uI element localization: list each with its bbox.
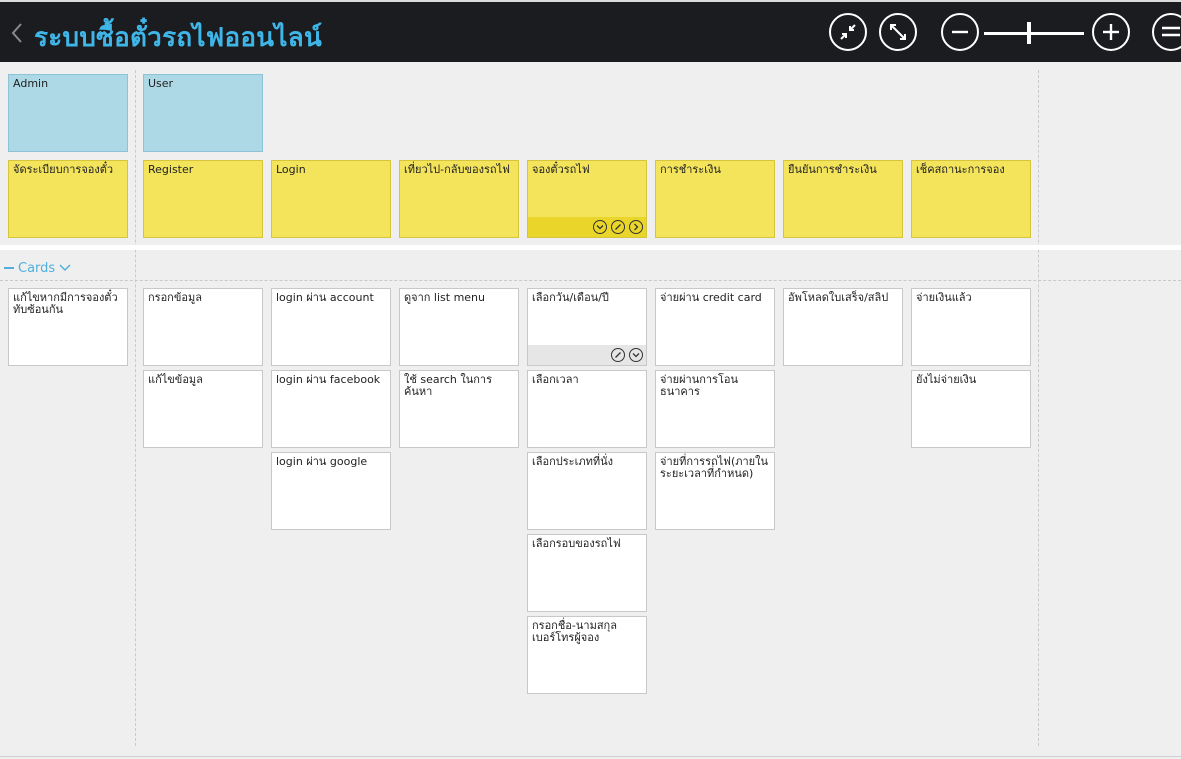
card-text: จองตั๋วรถไฟ (532, 163, 590, 176)
story-card[interactable]: จ่ายผ่าน credit card (655, 288, 775, 366)
card-text: จ่ายที่การรถไฟ(ภายในระยะเวลาที่กำหนด) (660, 455, 769, 480)
activity-card[interactable]: จองตั๋วรถไฟ (527, 160, 647, 238)
story-card[interactable]: แก้ไขข้อมูล (143, 370, 263, 448)
edit-icon[interactable] (611, 348, 625, 362)
card-text: เลือกประเภทที่นั่ง (532, 455, 613, 468)
story-card[interactable]: เลือกเวลา (527, 370, 647, 448)
zoom-in-button[interactable] (1092, 13, 1130, 51)
story-card[interactable]: ยังไม่จ่ายเงิน (911, 370, 1031, 448)
card-text: จ่ายผ่านการโอนธนาคาร (660, 373, 738, 398)
edit-icon[interactable] (611, 220, 625, 234)
collapse-button[interactable] (829, 13, 867, 51)
role-card[interactable]: Admin (8, 74, 128, 152)
story-card[interactable]: login ผ่าน google (271, 452, 391, 530)
card-text: ดูจาก list menu (404, 291, 486, 304)
section-separator (0, 245, 1181, 250)
card-text: login ผ่าน google (276, 455, 368, 468)
chevron-down-icon[interactable] (59, 264, 71, 272)
chevron-left-icon[interactable] (8, 20, 26, 46)
menu-button[interactable] (1152, 13, 1181, 51)
story-card[interactable]: อัพโหลดใบเสร็จ/สลิป (783, 288, 903, 366)
story-card[interactable]: ใช้ search ในการค้นหา (399, 370, 519, 448)
card-text: login ผ่าน account (276, 291, 374, 304)
activity-card[interactable]: เช็คสถานะการจอง (911, 160, 1031, 238)
board-bottom-border (0, 756, 1181, 757)
card-text: ใช้ search ในการค้นหา (404, 373, 493, 398)
card-text: จ่ายเงินแล้ว (916, 291, 972, 304)
card-text: กรอกข้อมูล (148, 291, 202, 304)
story-card[interactable]: login ผ่าน facebook (271, 370, 391, 448)
story-card[interactable]: จ่ายผ่านการโอนธนาคาร (655, 370, 775, 448)
card-text: ยังไม่จ่ายเงิน (916, 373, 977, 386)
card-text: User (148, 77, 174, 90)
card-text: จ่ายผ่าน credit card (660, 291, 762, 304)
swimlane-label: Cards (18, 260, 56, 276)
activity-card[interactable]: ยืนยันการชำระเงิน (783, 160, 903, 238)
activity-card[interactable]: Register (143, 160, 263, 238)
card-text: Admin (13, 77, 49, 90)
menu-icon (1162, 26, 1180, 37)
card-toolbar (528, 345, 646, 365)
card-text: แก้ไขข้อมูล (148, 373, 203, 386)
card-text: แก้ไขหากมีการจองตั๋วทับซ้อนกัน (13, 291, 118, 316)
chevron-down-icon[interactable] (629, 348, 643, 362)
expand-icon (890, 24, 906, 40)
card-text: เช็คสถานะการจอง (916, 163, 1005, 176)
zoom-in-icon (1103, 24, 1119, 40)
zoom-slider-thumb[interactable] (1027, 22, 1031, 44)
swimlane-divider (0, 280, 1181, 281)
card-text: เลือกเวลา (532, 373, 579, 386)
chevron-right-icon[interactable] (629, 220, 643, 234)
story-card[interactable]: login ผ่าน account (271, 288, 391, 366)
zoom-out-button[interactable] (941, 13, 979, 51)
role-card[interactable]: User (143, 74, 263, 152)
board-title: ระบบซื้อตั๋วรถไฟออนไลน์ (34, 23, 323, 53)
story-map-board: Cards Admin User จัดระเบียบการจองตั๋ว Regis… (0, 62, 1181, 759)
chevron-down-icon[interactable] (593, 220, 607, 234)
card-toolbar (528, 217, 646, 237)
card-text: กรอกชื่อ-นามสกุล เบอร์โทรผู้จอง (532, 619, 617, 644)
card-text: เที่ยวไป-กลับของรถไฟ (404, 163, 510, 176)
story-card[interactable]: จ่ายที่การรถไฟ(ภายในระยะเวลาที่กำหนด) (655, 452, 775, 530)
story-card[interactable]: กรอกชื่อ-นามสกุล เบอร์โทรผู้จอง (527, 616, 647, 694)
card-text: อัพโหลดใบเสร็จ/สลิป (788, 291, 889, 304)
zoom-out-icon (952, 30, 968, 34)
activity-card[interactable]: การชำระเงิน (655, 160, 775, 238)
activity-card[interactable]: Login (271, 160, 391, 238)
activity-card[interactable]: เที่ยวไป-กลับของรถไฟ (399, 160, 519, 238)
card-text: เลือกวัน/เดือน/ปี (532, 291, 609, 304)
collapse-dash-icon (4, 267, 14, 269)
column-divider (135, 70, 136, 746)
card-text: เลือกรอบของรถไฟ (532, 537, 621, 550)
swimlane-header[interactable]: Cards (4, 258, 71, 278)
story-card[interactable]: เลือกประเภทที่นั่ง (527, 452, 647, 530)
story-card[interactable]: กรอกข้อมูล (143, 288, 263, 366)
card-text: การชำระเงิน (660, 163, 721, 176)
card-text: login ผ่าน facebook (276, 373, 381, 386)
story-card[interactable]: แก้ไขหากมีการจองตั๋วทับซ้อนกัน (8, 288, 128, 366)
story-card[interactable]: เลือกวัน/เดือน/ปี (527, 288, 647, 366)
expand-button[interactable] (879, 13, 917, 51)
card-text: Register (148, 163, 194, 176)
zoom-slider-track[interactable] (984, 32, 1084, 35)
story-card[interactable]: ดูจาก list menu (399, 288, 519, 366)
column-divider (1038, 70, 1039, 746)
app-header: ระบบซื้อตั๋วรถไฟออนไลน์ (0, 0, 1181, 62)
card-text: ยืนยันการชำระเงิน (788, 163, 877, 176)
story-card[interactable]: จ่ายเงินแล้ว (911, 288, 1031, 366)
card-text: จัดระเบียบการจองตั๋ว (13, 163, 114, 176)
story-card[interactable]: เลือกรอบของรถไฟ (527, 534, 647, 612)
collapse-icon (840, 24, 856, 40)
activity-card[interactable]: จัดระเบียบการจองตั๋ว (8, 160, 128, 238)
card-text: Login (276, 163, 306, 176)
